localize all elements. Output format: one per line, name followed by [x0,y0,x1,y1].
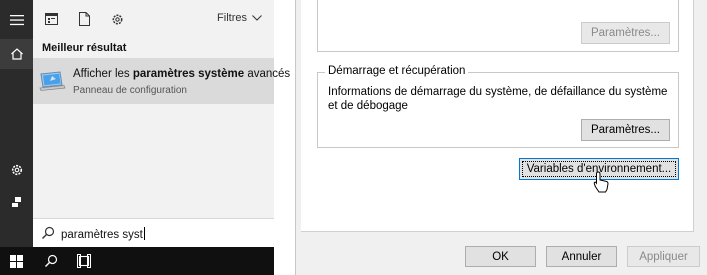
ok-button[interactable]: OK [465,246,536,267]
advanced-tab-page: Paramètres... Démarrage et récupération … [301,0,694,232]
result-title-prefix: Afficher les [73,68,133,80]
top-settings-button[interactable]: Paramètres... [581,22,670,44]
task-view-icon[interactable] [67,247,100,275]
system-properties-dialog: Paramètres... Démarrage et récupération … [295,0,707,275]
apply-button[interactable]: Appliquer [627,246,700,267]
document-icon[interactable] [76,11,92,27]
startup-recovery-title: Démarrage et récupération [325,65,469,77]
user-icon[interactable] [0,187,33,217]
search-panel: Filtres Meilleur résultat Afficher les p… [33,0,290,247]
best-match-result[interactable]: Afficher les paramètres système avancés … [33,58,290,104]
search-input[interactable]: paramètres syst [61,227,145,241]
cancel-button[interactable]: Annuler [546,246,617,267]
startup-settings-button[interactable]: Paramètres... [581,119,670,141]
screen: Filtres Meilleur résultat Afficher les p… [0,0,707,275]
gear-icon[interactable] [0,155,33,185]
settings-icon[interactable] [109,11,125,27]
result-title-suffix: avancés [244,68,291,80]
startup-recovery-group: Démarrage et récupération Informations d… [317,65,679,148]
home-icon[interactable] [0,39,33,69]
search-toolbar: Filtres [33,0,274,38]
system-properties-icon [38,70,66,92]
result-title-bold: paramètres système [132,68,245,80]
search-box[interactable]: paramètres syst [33,218,274,247]
result-title: Afficher les paramètres système avancés [73,68,290,80]
hamburger-icon[interactable] [0,5,33,35]
search-icon[interactable] [34,247,67,275]
mouse-cursor-icon [593,171,609,193]
search-input-value: paramètres syst [61,229,143,241]
search-icon [42,226,55,239]
text-caret [143,227,145,240]
best-match-heading: Meilleur résultat [42,42,127,54]
windows-icon[interactable] [0,247,33,275]
start-rail [0,0,33,247]
filters-dropdown[interactable]: Filtres [217,12,262,24]
filters-label: Filtres [217,12,247,24]
apps-icon[interactable] [43,11,59,27]
result-subtitle: Panneau de configuration [73,85,187,96]
startup-recovery-description: Informations de démarrage du système, de… [328,86,668,112]
taskbar [0,247,274,275]
previous-group: Paramètres... [317,0,679,52]
chevron-down-icon [252,15,262,21]
